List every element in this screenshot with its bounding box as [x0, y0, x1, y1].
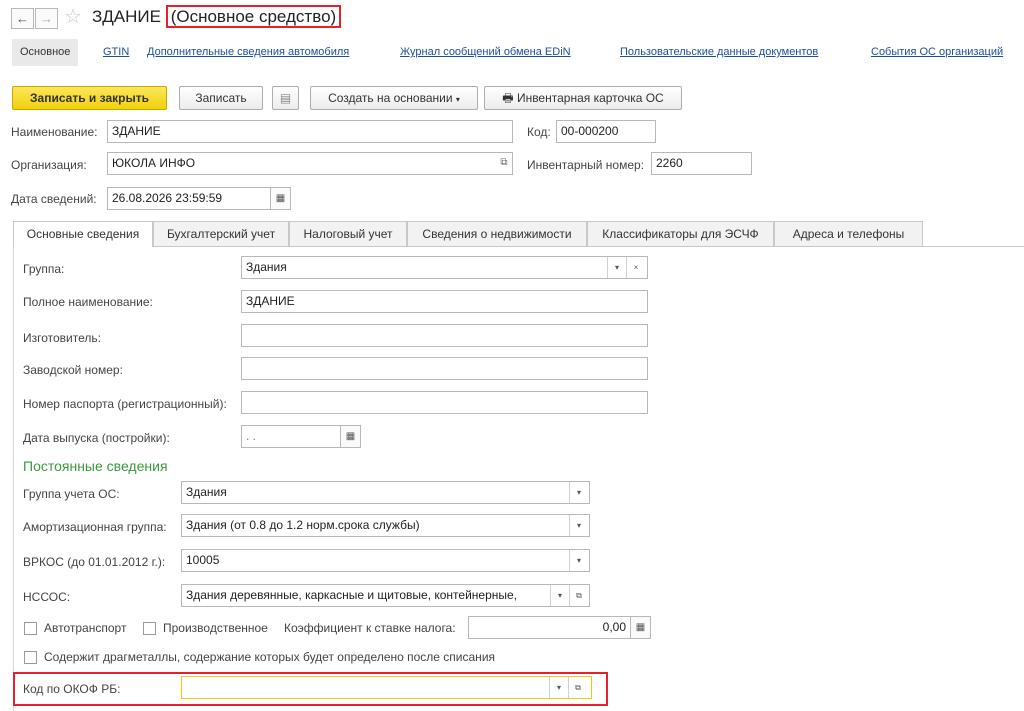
tab-addresses[interactable]: Адреса и телефоны — [774, 221, 923, 246]
save-close-button[interactable]: Записать и закрыть — [12, 86, 167, 110]
code-field[interactable]: 00-000200 — [556, 120, 656, 143]
manufacturer-label: Изготовитель: — [23, 331, 101, 345]
tabs-divider — [13, 246, 1024, 247]
os-group-label: Группа учета ОС: — [23, 487, 120, 501]
code-label: Код: — [527, 125, 551, 139]
forward-button[interactable]: → — [35, 8, 58, 29]
save-button[interactable]: Записать — [179, 86, 263, 110]
manufacturer-field[interactable] — [241, 324, 648, 347]
group-value: Здания — [246, 260, 287, 274]
production-label: Производственное — [163, 621, 268, 635]
inventory-number-field[interactable]: 2260 — [651, 152, 752, 175]
chevron-down-icon[interactable]: ▾ — [569, 550, 588, 571]
production-checkbox[interactable] — [143, 622, 156, 635]
back-button[interactable]: ← — [11, 8, 34, 29]
nssos-label: НССОС: — [23, 590, 71, 604]
open-link-icon[interactable]: ⧉ — [569, 585, 588, 606]
clear-icon[interactable]: × — [626, 257, 645, 278]
vrkos-field[interactable]: 10005 — [181, 549, 590, 572]
group-label: Группа: — [23, 262, 65, 276]
calendar-icon[interactable]: ▦ — [340, 425, 361, 448]
tab-edin-log[interactable]: Журнал сообщений обмена EDiN — [400, 46, 571, 58]
organization-label: Организация: — [11, 158, 87, 172]
date-field[interactable]: 26.08.2026 23:59:59 — [107, 187, 271, 210]
document-icon: ▤ — [279, 91, 292, 105]
arrow-right-icon: → — [40, 11, 53, 26]
auto-checkbox[interactable] — [24, 622, 37, 635]
amort-field[interactable]: Здания (от 0.8 до 1.2 норм.срока службы) — [181, 514, 590, 537]
tab-basic-info[interactable]: Основные сведения — [13, 221, 153, 247]
serial-field[interactable] — [241, 357, 648, 380]
metals-checkbox[interactable] — [24, 651, 37, 664]
tab-accounting[interactable]: Бухгалтерский учет — [153, 221, 289, 246]
os-group-value: Здания — [186, 485, 227, 499]
create-based-label: Создать на основании — [328, 91, 453, 105]
tab-tax[interactable]: Налоговый учет — [289, 221, 407, 246]
release-date-field[interactable]: . . — [241, 425, 341, 448]
group-field[interactable]: Здания — [241, 256, 648, 279]
tab-user-data[interactable]: Пользовательские данные документов — [620, 46, 818, 58]
name-label: Наименование: — [11, 125, 98, 139]
tab-classifiers[interactable]: Классификаторы для ЭСЧФ — [587, 221, 774, 246]
inventory-card-label: Инвентарная карточка ОС — [516, 91, 664, 105]
tab-gtin[interactable]: GTIN — [103, 46, 129, 58]
tab-vehicle-info[interactable]: Дополнительные сведения автомобиля — [147, 46, 349, 58]
favorite-star-icon[interactable]: ☆ — [64, 5, 82, 29]
chevron-down-icon[interactable]: ▾ — [569, 482, 588, 503]
os-group-field[interactable]: Здания — [181, 481, 590, 504]
okof-label: Код по ОКОФ РБ: — [23, 682, 121, 696]
chevron-down-icon[interactable]: ▾ — [550, 585, 569, 606]
vrkos-value: 10005 — [186, 553, 220, 567]
printer-icon: 🖶 — [502, 91, 514, 105]
tab-os-events[interactable]: События ОС организаций — [871, 46, 1003, 58]
page-title: ЗДАНИЕ (Основное средство) — [92, 5, 342, 28]
amort-value: Здания (от 0.8 до 1.2 норм.срока службы) — [186, 518, 420, 532]
metals-label: Содержит драгметаллы, содержание которых… — [44, 650, 496, 664]
inventory-card-button[interactable]: 🖶 Инвентарная карточка ОС — [484, 86, 682, 110]
chevron-down-icon[interactable]: ▾ — [607, 257, 626, 278]
amort-label: Амортизационная группа: — [23, 520, 167, 534]
calendar-icon[interactable]: ▦ — [270, 187, 291, 210]
section-title: Постоянные сведения — [23, 458, 168, 474]
auto-label: Автотранспорт — [44, 621, 127, 635]
tab-real-estate[interactable]: Сведения о недвижимости — [407, 221, 587, 246]
chevron-down-icon[interactable]: ▾ — [569, 515, 588, 536]
name-field[interactable]: ЗДАНИЕ — [107, 120, 513, 143]
release-date-label: Дата выпуска (постройки): — [23, 431, 170, 445]
date-label: Дата сведений: — [11, 192, 97, 206]
open-link-icon[interactable]: ⧉ — [494, 153, 514, 173]
fullname-field[interactable]: ЗДАНИЕ — [241, 290, 648, 313]
inventory-number-label: Инвентарный номер: — [527, 158, 645, 172]
title-main: ЗДАНИЕ — [92, 7, 161, 26]
panel-border — [13, 246, 14, 711]
fullname-label: Полное наименование: — [23, 295, 153, 309]
passport-label: Номер паспорта (регистрационный): — [23, 397, 227, 411]
chevron-down-icon[interactable]: ▾ — [549, 677, 568, 698]
report-button[interactable]: ▤ — [272, 86, 299, 110]
title-suffix: (Основное средство) — [165, 5, 342, 28]
coef-label: Коэффициент к ставке налога: — [284, 621, 456, 635]
create-based-button[interactable]: Создать на основании ▾ — [310, 86, 478, 110]
dropdown-arrow-icon: ▾ — [455, 95, 460, 104]
organization-field[interactable]: ЮКОЛА ИНФО — [107, 152, 513, 175]
coef-field[interactable]: 0,00 — [468, 616, 631, 639]
tab-main[interactable]: Основное — [12, 39, 79, 66]
serial-label: Заводской номер: — [23, 363, 123, 377]
open-link-icon[interactable]: ⧉ — [568, 677, 587, 698]
passport-field[interactable] — [241, 391, 648, 414]
arrow-left-icon: ← — [16, 11, 29, 26]
nssos-field[interactable]: Здания деревянные, каркасные и щитовые, … — [181, 584, 590, 607]
vrkos-label: ВРКОС (до 01.01.2012 г.): — [23, 555, 166, 569]
nssos-value: Здания деревянные, каркасные и щитовые, … — [186, 588, 518, 602]
organization-value: ЮКОЛА ИНФО — [112, 156, 196, 170]
okof-field[interactable] — [181, 676, 592, 699]
calculator-icon[interactable]: ▦ — [630, 616, 651, 639]
